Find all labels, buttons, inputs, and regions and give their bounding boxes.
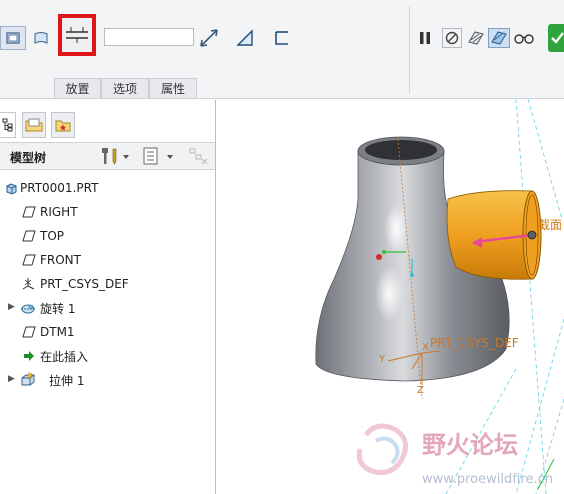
confirm-check-icon[interactable] xyxy=(548,24,564,52)
revolve-icon xyxy=(20,300,36,316)
datum-plane-icon xyxy=(21,324,37,340)
detached-preview-icon[interactable] xyxy=(488,28,510,48)
expand-arrow-icon[interactable]: ▶ xyxy=(8,302,15,312)
tree-item-label: FRONT xyxy=(40,253,81,267)
axis-z-label: Z xyxy=(417,385,424,396)
settings-tools-icon[interactable] xyxy=(101,147,131,168)
thicken-icon xyxy=(66,27,88,43)
section-label: 截面 xyxy=(538,218,562,232)
tree-item-insert-here[interactable]: 在此插入 xyxy=(0,345,212,367)
pause-icon[interactable] xyxy=(416,28,434,48)
folder-browser-tab-icon[interactable] xyxy=(22,112,46,138)
datum-plane-icon xyxy=(21,252,37,268)
graphics-viewport[interactable]: 截面 PRT_CSYS_DEF X Y Z 野火论坛 www.proewildf… xyxy=(216,99,564,494)
thicken-sketch-button[interactable] xyxy=(58,14,96,56)
axis-x-label: X xyxy=(422,342,429,353)
tree-item-label: PRT0001.PRT xyxy=(20,181,99,195)
tree-item-label: TOP xyxy=(40,229,65,243)
datum-plane-icon xyxy=(21,204,37,220)
tree-item-csys[interactable]: PRT_CSYS_DEF xyxy=(0,273,212,295)
tree-item-part[interactable]: PRT0001.PRT xyxy=(0,177,212,199)
tree-item-top[interactable]: TOP xyxy=(0,225,212,247)
extrude-preview[interactable] xyxy=(446,190,542,280)
tree-item-label: 旋转 1 xyxy=(40,301,76,316)
datum-plane-icon xyxy=(21,228,37,244)
verify-glasses-icon[interactable] xyxy=(513,28,535,48)
filter-icon[interactable] xyxy=(188,147,208,168)
part-icon xyxy=(3,180,19,196)
tree-item-label: 拉伸 1 xyxy=(49,373,85,388)
csys-icon xyxy=(20,275,36,291)
favorites-tab-icon[interactable] xyxy=(51,112,75,138)
tree-item-extrude[interactable]: ▶ 拉伸 1 xyxy=(0,369,212,391)
surface-icon[interactable] xyxy=(29,26,53,50)
model-tree-tab-icon[interactable] xyxy=(0,112,16,138)
extrude-icon xyxy=(20,371,36,387)
tree-item-front[interactable]: FRONT xyxy=(0,249,212,271)
tree-item-revolve[interactable]: ▶ 旋转 1 xyxy=(0,297,212,319)
ribbon-divider xyxy=(409,6,410,94)
watermark-url: www.proewildfire.cn xyxy=(422,472,553,487)
axis-y-label: Y xyxy=(378,354,386,365)
watermark-title: 野火论坛 xyxy=(422,431,518,459)
show-menu-icon[interactable] xyxy=(143,147,177,168)
no-preview-icon[interactable] xyxy=(442,28,462,48)
depth-input[interactable] xyxy=(104,28,194,46)
tab-placement[interactable]: 放置 xyxy=(54,78,101,98)
flip-direction-icon[interactable] xyxy=(196,26,222,50)
watermark: 野火论坛 www.proewildfire.cn xyxy=(356,423,553,487)
dashboard-ribbon: 放置 选项 属性 xyxy=(0,0,564,99)
solid-icon[interactable] xyxy=(0,26,26,50)
tab-properties[interactable]: 属性 xyxy=(149,78,197,98)
model-view[interactable]: 截面 PRT_CSYS_DEF X Y Z 野火论坛 www.proewildf… xyxy=(216,99,564,494)
model-tree-title: 模型树 xyxy=(10,151,47,165)
csys-label: PRT_CSYS_DEF xyxy=(430,336,519,350)
thicken-sketch-alt-icon[interactable] xyxy=(270,26,294,50)
attached-preview-icon[interactable] xyxy=(465,28,487,48)
remove-material-icon[interactable] xyxy=(232,26,258,50)
model-tree-header: 模型树 xyxy=(0,142,215,170)
tree-item-right[interactable]: RIGHT xyxy=(0,201,212,223)
tab-options[interactable]: 选项 xyxy=(101,78,149,98)
tree-item-label: RIGHT xyxy=(40,205,78,219)
insert-arrow-icon xyxy=(21,348,37,364)
tree-item-dtm1[interactable]: DTM1 xyxy=(0,321,212,343)
tree-item-label: 在此插入 xyxy=(40,349,89,364)
expand-arrow-icon[interactable]: ▶ xyxy=(8,374,15,384)
tree-item-label: PRT_CSYS_DEF xyxy=(40,277,129,291)
tree-item-label: DTM1 xyxy=(40,325,75,339)
